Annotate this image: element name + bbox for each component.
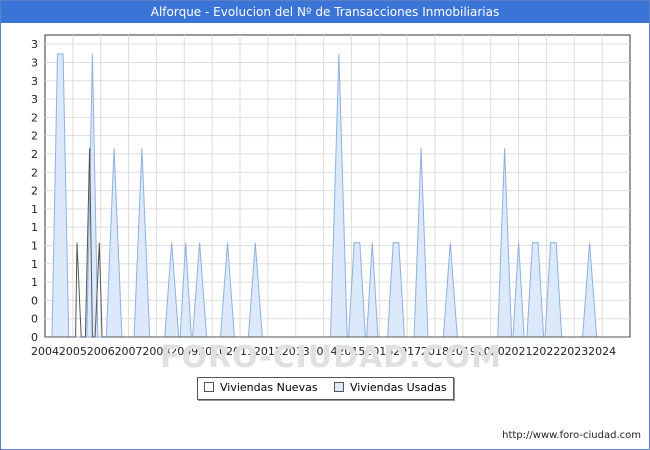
footer-url: http://www.foro-ciudad.com [502, 430, 641, 441]
legend-swatch-usadas [334, 382, 344, 392]
y-tick-label: 2 [31, 166, 38, 179]
y-axis-ticks: 0 0 0 1 1 1 1 1 2 2 2 2 2 3 3 3 3 [31, 38, 38, 344]
y-tick-label: 0 [31, 294, 38, 307]
y-tick-label: 3 [31, 56, 38, 69]
y-tick-label: 1 [31, 239, 38, 252]
y-tick-label: 2 [31, 185, 38, 198]
x-tick-label: 2005 [59, 345, 87, 358]
x-tick-label: 2022 [532, 345, 560, 358]
x-tick-label: 2021 [505, 345, 533, 358]
y-tick-label: 2 [31, 148, 38, 161]
y-tick-label: 3 [31, 75, 38, 88]
y-tick-label: 0 [31, 331, 38, 344]
legend-item-usadas: Viviendas Usadas [334, 381, 447, 395]
legend-swatch-nuevas [204, 382, 214, 392]
y-tick-label: 1 [31, 203, 38, 216]
y-tick-label: 1 [31, 276, 38, 289]
legend-item-nuevas: Viviendas Nuevas [204, 381, 318, 395]
y-tick-label: 1 [31, 258, 38, 271]
watermark: FORO-CIUDAD.COM [160, 340, 502, 375]
legend-label-usadas: Viviendas Usadas [350, 381, 447, 394]
y-tick-label: 2 [31, 111, 38, 124]
y-tick-label: 2 [31, 130, 38, 143]
x-tick-label: 2004 [31, 345, 59, 358]
x-tick-label: 2007 [115, 345, 143, 358]
y-tick-label: 0 [31, 313, 38, 326]
legend: Viviendas Nuevas Viviendas Usadas [197, 377, 454, 400]
legend-label-nuevas: Viviendas Nuevas [220, 381, 318, 394]
y-tick-label: 1 [31, 221, 38, 234]
y-tick-label: 3 [31, 38, 38, 51]
x-tick-label: 2023 [560, 345, 588, 358]
x-tick-label: 2006 [87, 345, 115, 358]
y-tick-label: 3 [31, 93, 38, 106]
x-tick-label: 2024 [588, 345, 616, 358]
